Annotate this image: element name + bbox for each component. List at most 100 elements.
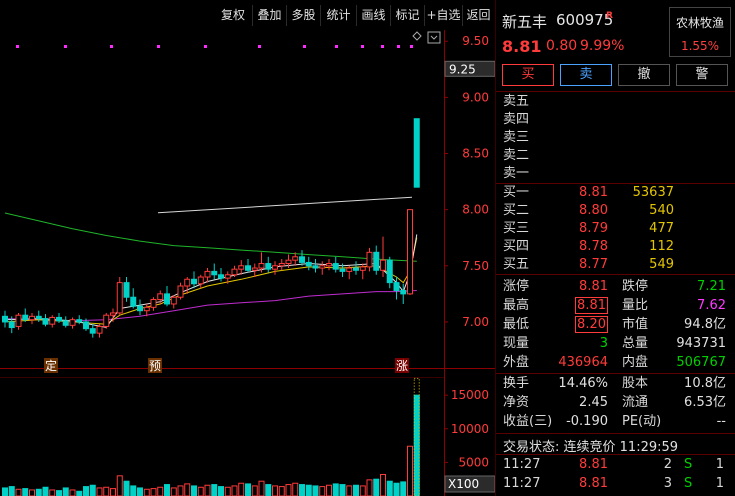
price-tick-label: 9.00 (462, 90, 489, 104)
candle-down (245, 265, 251, 271)
bid-row[interactable]: 买一 8.81 53637 (496, 184, 735, 201)
sell-button[interactable]: 卖 (560, 64, 612, 86)
price-tick-label: 8.50 (462, 147, 489, 161)
bid-row[interactable]: 买二 8.80 540 (496, 202, 735, 219)
sector-box[interactable]: 农林牧渔 1.55% (669, 7, 731, 57)
ma-green-line (4, 212, 417, 262)
quote-panel: 新五丰 600975 R 农林牧渔 1.55% 8.81 0.80 9.99% … (495, 0, 735, 496)
ma-magenta-line (4, 290, 417, 322)
volume-bar (35, 488, 42, 496)
candle-down (265, 263, 272, 270)
candle-up (49, 316, 56, 325)
price-tick-label: 7.50 (462, 259, 489, 273)
kline-chart[interactable]: 9.50 9.00 8.50 8.00 7.50 7.00 9.25 15000 10000 50… (0, 30, 495, 496)
bid-row[interactable]: 买三 8.79 477 (496, 220, 735, 237)
limit-up-label: 涨停 (503, 279, 530, 294)
chart-toolbar: 复权 叠加 多股 统计 画线 标记 +自选 返回 (0, 0, 495, 30)
draw-line-button[interactable]: 画线 (356, 5, 390, 26)
tick-direction: S (684, 476, 693, 491)
candle-down (393, 282, 400, 291)
volume-bar (265, 484, 272, 496)
bid-row[interactable]: 买五 8.77 549 (496, 256, 735, 273)
trade-buttons: 买 卖 撤 警 (502, 64, 732, 86)
candle-down (8, 321, 15, 329)
ask-row[interactable]: 卖一 (496, 165, 735, 182)
event-marker-label: 涨 (396, 358, 408, 373)
bid-volume: 540 (649, 203, 674, 218)
candle-up (346, 267, 353, 272)
tick-row[interactable]: 11:27 8.81 2 S 1 (496, 456, 735, 473)
volume-tick-label: 10000 (451, 422, 489, 436)
stat-row: 净资 2.45 流通 6.53亿 (496, 393, 735, 412)
ask-row[interactable]: 卖三 (496, 129, 735, 146)
volume-bar (292, 482, 299, 496)
limit-down-value: 7.21 (697, 279, 726, 294)
candle-up (251, 267, 258, 271)
turnover-label: 换手 (503, 376, 530, 391)
cancel-order-button[interactable]: 撤 (618, 64, 670, 86)
volume-bar (150, 488, 157, 496)
event-marker-label: 定 (45, 358, 57, 373)
back-button[interactable]: 返回 (462, 5, 494, 26)
bid-price: 8.78 (579, 239, 608, 254)
bid-label: 买四 (503, 239, 530, 254)
net-assets-value: 2.45 (579, 395, 608, 410)
margin-badge: R (606, 11, 613, 21)
ask-row[interactable]: 卖五 (496, 93, 735, 110)
candle-down (130, 296, 137, 307)
bid-row[interactable]: 买四 8.78 112 (496, 238, 735, 255)
quote-row: 最高 8.81 量比 7.62 (496, 296, 735, 315)
volume-bar (157, 486, 164, 496)
volume-bar (278, 486, 285, 496)
volume-bar (258, 480, 265, 496)
volume-bar (413, 394, 420, 496)
volume-bar (400, 481, 407, 496)
volume-bar (305, 484, 312, 496)
mark-button[interactable]: 标记 (390, 5, 424, 26)
moving-average-lines (4, 196, 418, 329)
buy-button[interactable]: 买 (502, 64, 554, 86)
signal-dot (335, 45, 338, 48)
candle-up (326, 263, 332, 267)
restore-rights-button[interactable]: 复权 (214, 5, 252, 26)
volume-bar (2, 487, 8, 496)
candle-down (339, 268, 346, 272)
candle-down (22, 314, 29, 321)
volume-bars (2, 377, 420, 496)
tick-row[interactable]: 11:27 8.81 3 S 1 (496, 475, 735, 492)
tick-volume: 3 (663, 476, 672, 491)
candle-up (366, 251, 373, 268)
volume-bar (76, 490, 83, 496)
divider (496, 433, 735, 434)
volume-bar (218, 486, 224, 496)
volume-bar (272, 485, 278, 496)
volume-bar (326, 484, 332, 496)
volume-bar (22, 488, 29, 496)
ask-label: 卖五 (503, 94, 530, 109)
volume-bar (56, 490, 62, 496)
price-tick-label: 8.00 (462, 203, 489, 217)
add-watchlist-button[interactable]: +自选 (424, 5, 462, 26)
trend-line (157, 196, 413, 214)
statistics-button[interactable]: 统计 (320, 5, 356, 26)
divider (496, 454, 735, 455)
ask-row[interactable]: 卖二 (496, 147, 735, 164)
volume-bar (211, 484, 218, 496)
alert-button[interactable]: 警 (676, 64, 728, 86)
candle-down (42, 318, 49, 325)
tick-volume: 2 (663, 457, 672, 472)
tick-count: 1 (715, 476, 724, 491)
candle-up (197, 276, 204, 285)
event-markers: 定预涨 (44, 358, 409, 373)
volume-bar (245, 483, 251, 496)
total-volume-label: 总量 (622, 336, 649, 351)
multi-stock-button[interactable]: 多股 (286, 5, 320, 26)
volume-bar (89, 484, 96, 496)
volume-bar (83, 486, 89, 496)
volume-bar (319, 486, 326, 496)
total-volume-value: 943731 (676, 336, 726, 351)
volume-bar (380, 473, 386, 496)
overlay-button[interactable]: 叠加 (252, 5, 286, 26)
volume-bar (339, 484, 346, 496)
ask-row[interactable]: 卖四 (496, 111, 735, 128)
